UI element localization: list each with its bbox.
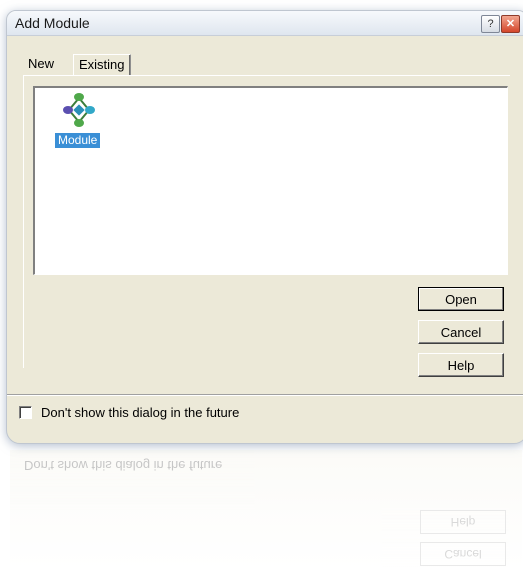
module-icon [63,93,95,127]
module-list[interactable]: Module [33,86,508,275]
tab-existing[interactable]: Existing [73,54,131,75]
list-item-label: Module [55,133,101,148]
close-icon[interactable]: ✕ [501,15,520,33]
help-button[interactable]: Help [418,353,504,377]
help-icon[interactable]: ? [481,15,500,33]
title-bar[interactable]: Add Module ? ✕ [7,11,523,36]
open-button[interactable]: Open [418,287,504,311]
window-title: Add Module [15,15,90,31]
reflection-checkbox-label: Don't show this dialog in the future [24,458,223,473]
tab-new[interactable]: New [23,54,60,74]
dialog-reflection: Don't show this dialog in the future Hel… [10,450,522,569]
add-module-dialog: Add Module ? ✕ New Existing Module Open … [6,10,523,444]
dont-show-checkbox[interactable] [19,406,32,419]
cancel-button[interactable]: Cancel [418,320,504,344]
dont-show-label: Don't show this dialog in the future [41,405,240,420]
reflection-help-button: Help [420,510,506,534]
divider [7,394,523,396]
reflection-cancel-button: Cancel [420,542,506,566]
